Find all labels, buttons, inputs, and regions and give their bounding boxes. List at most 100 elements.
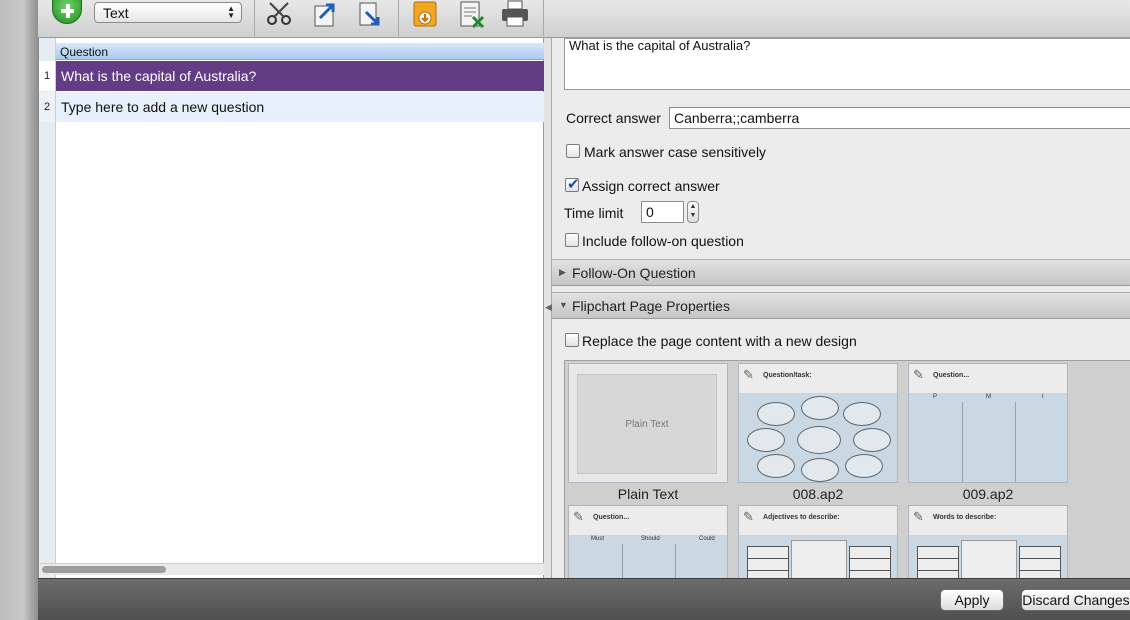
- scrollbar-thumb[interactable]: [42, 566, 166, 573]
- correct-answer-label: Correct answer: [566, 110, 661, 126]
- design-label: 009.ap2: [962, 486, 1014, 502]
- new-question-row[interactable]: 2 Type here to add a new question: [39, 92, 544, 122]
- column-divider: [622, 544, 623, 578]
- toolbar-divider: [543, 0, 544, 36]
- disclosure-expanded-icon: ▼: [559, 300, 568, 310]
- bubble-center: [797, 426, 841, 454]
- thumbnail-heading: Question...: [933, 372, 970, 379]
- design-thumbnail[interactable]: ✎ Words to describe:: [908, 505, 1068, 578]
- apply-button[interactable]: Apply: [940, 589, 1004, 611]
- design-thumbnail[interactable]: ✎ Adjectives to describe:: [738, 505, 898, 578]
- thumbnail-heading: Adjectives to describe:: [763, 514, 840, 521]
- toolbar-divider: [254, 0, 255, 36]
- center-box: [961, 540, 1017, 578]
- splitter-grip-icon: ◀: [545, 302, 552, 312]
- col-heading: Must: [591, 536, 605, 542]
- col-heading: Could: [699, 536, 715, 542]
- thumbnail-header: ✎ Question/task:: [739, 364, 897, 394]
- question-list-pane: Question 1 What is the capital of Austra…: [38, 38, 544, 578]
- design-label: 008.ap2: [792, 486, 844, 502]
- correct-answer-input[interactable]: Canberra;;camberra: [669, 107, 1130, 129]
- bubble-shape: [843, 402, 881, 426]
- col-heading: I: [1042, 394, 1044, 400]
- section-title: Follow-On Question: [572, 265, 696, 281]
- column-divider: [962, 402, 963, 482]
- thumbnail-heading: Words to describe:: [933, 514, 997, 521]
- thumbnail-header: ✎ Question...: [569, 506, 727, 536]
- pen-icon: ✎: [743, 367, 754, 382]
- center-box: [791, 540, 847, 578]
- design-thumbnail[interactable]: ✎ Question/task:: [738, 363, 898, 483]
- design-thumbnail[interactable]: Plain Text: [568, 363, 728, 483]
- word-boxes: [849, 546, 891, 578]
- bubble-shape: [845, 454, 883, 478]
- plain-text-preview: Plain Text: [577, 374, 717, 474]
- follow-on-label: Include follow-on question: [582, 233, 744, 249]
- question-type-value: Text: [103, 5, 129, 21]
- assign-correct-answer-checkbox[interactable]: [565, 175, 580, 193]
- excel-icon[interactable]: [456, 0, 486, 28]
- assign-correct-answer-label: Assign correct answer: [582, 178, 720, 194]
- new-question-placeholder: Type here to add a new question: [61, 99, 265, 115]
- time-limit-stepper[interactable]: ▲ ▼: [687, 201, 699, 223]
- replace-page-checkbox[interactable]: [565, 333, 579, 347]
- design-thumbnail[interactable]: ✎ Question... Must Should Could: [568, 505, 728, 578]
- horizontal-scrollbar[interactable]: [40, 563, 544, 575]
- pane-splitter[interactable]: ◀: [544, 38, 552, 578]
- replace-page-label: Replace the page content with a new desi…: [582, 333, 857, 349]
- bubble-shape: [801, 396, 839, 420]
- design-thumbnail[interactable]: ✎ Question... P M I: [908, 363, 1068, 483]
- row-number: 1: [39, 61, 56, 91]
- pen-icon: ✎: [913, 367, 924, 382]
- bubble-shape: [853, 428, 891, 452]
- import-icon[interactable]: [354, 0, 384, 28]
- design-label: Plain Text: [617, 486, 679, 502]
- flipchart-properties-section-header[interactable]: ▼ Flipchart Page Properties: [552, 292, 1130, 319]
- bubble-shape: [757, 402, 795, 426]
- question-row-selected[interactable]: 1 What is the capital of Australia?: [39, 61, 544, 91]
- left-edge-strip: [0, 0, 38, 620]
- follow-on-checkbox[interactable]: [565, 233, 579, 247]
- pen-icon: ✎: [743, 509, 754, 524]
- pen-icon: ✎: [913, 509, 924, 524]
- page-design-gallery: Plain Text Plain Text ✎ Question/task: 0…: [564, 360, 1130, 578]
- thumbnail-header: ✎ Question...: [909, 364, 1067, 394]
- pen-icon: ✎: [573, 509, 584, 524]
- thumbnail-heading: Question...: [593, 514, 630, 521]
- export-icon[interactable]: [310, 0, 340, 28]
- flipchart-icon[interactable]: [410, 0, 440, 28]
- bubble-shape: [747, 428, 785, 452]
- thumbnail-header: ✎ Words to describe:: [909, 506, 1067, 536]
- print-icon[interactable]: [500, 0, 530, 28]
- column-headings: P M I: [909, 394, 1067, 404]
- toolbar: Text ▲ ▼: [38, 0, 1130, 38]
- cut-icon[interactable]: [264, 0, 294, 28]
- bottom-action-bar: Apply Discard Changes: [38, 578, 1130, 620]
- thumbnail-header: ✎ Adjectives to describe:: [739, 506, 897, 536]
- column-divider: [1015, 402, 1016, 482]
- time-limit-label: Time limit: [564, 205, 624, 221]
- case-sensitive-checkbox[interactable]: [566, 144, 580, 158]
- case-sensitive-label: Mark answer case sensitively: [584, 144, 767, 160]
- toolbar-divider: [398, 0, 399, 36]
- word-boxes: [917, 546, 959, 578]
- column-divider: [675, 544, 676, 578]
- follow-on-section-header[interactable]: ▶ Follow-On Question: [552, 259, 1130, 286]
- disclosure-collapsed-icon: ▶: [559, 267, 566, 277]
- question-type-select[interactable]: Text ▲ ▼: [94, 2, 242, 23]
- col-heading: M: [986, 394, 991, 400]
- row-number: 2: [39, 92, 56, 122]
- column-headings: Must Should Could: [569, 536, 727, 546]
- section-title: Flipchart Page Properties: [572, 298, 730, 314]
- question-column-header[interactable]: Question: [56, 43, 544, 60]
- select-arrows-icon: ▲ ▼: [227, 4, 235, 20]
- add-question-icon[interactable]: [52, 0, 82, 24]
- bubble-shape: [757, 454, 795, 478]
- bubble-shape: [801, 458, 839, 482]
- time-limit-input[interactable]: 0: [641, 201, 684, 223]
- col-heading: P: [933, 394, 938, 400]
- question-text-area[interactable]: What is the capital of Australia?: [564, 38, 1130, 90]
- word-boxes: [747, 546, 789, 578]
- thumbnail-heading: Question/task:: [763, 372, 812, 379]
- discard-changes-button[interactable]: Discard Changes: [1021, 589, 1130, 611]
